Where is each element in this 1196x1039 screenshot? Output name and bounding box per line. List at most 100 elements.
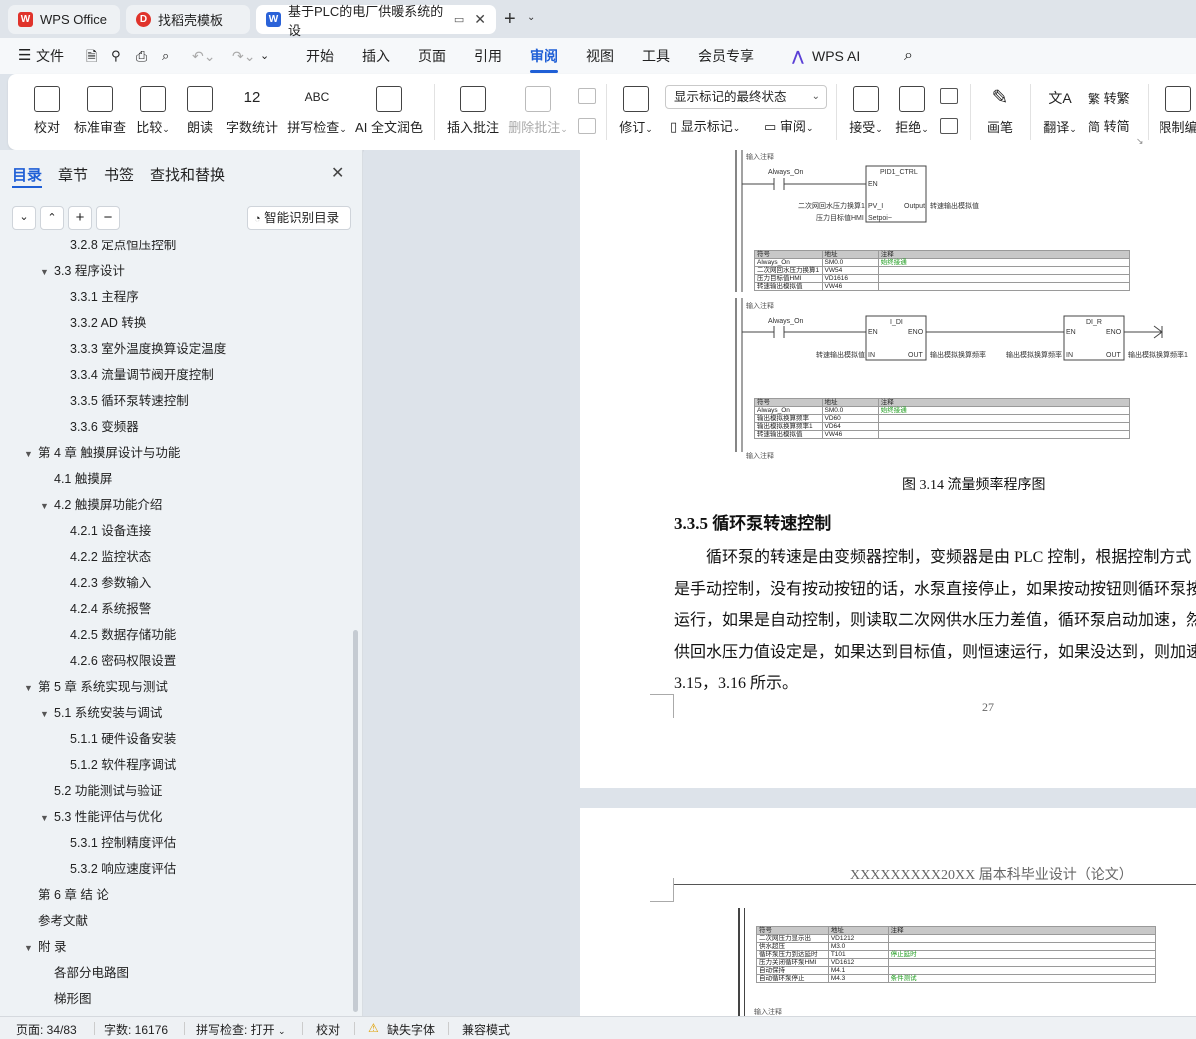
spell-check-button[interactable]: ABC 拼写检查⌄ (287, 74, 347, 150)
proofread-indicator[interactable]: 校对 (316, 1021, 340, 1038)
toc-item[interactable]: 3.3.5 循环泵转速控制 (70, 390, 189, 409)
missing-font-indicator[interactable]: 缺失字体 (387, 1021, 435, 1038)
to-traditional-button[interactable]: 繁 转繁 (1088, 88, 1130, 107)
pen-button[interactable]: ✎ 画笔 (984, 74, 1016, 150)
menu-review[interactable]: 审阅 (530, 38, 558, 74)
expand-triangle-icon[interactable]: ▼ (40, 709, 54, 719)
expand-triangle-icon[interactable]: ▼ (40, 813, 54, 823)
compat-mode-indicator[interactable]: 兼容模式 (462, 1021, 510, 1038)
revise-button[interactable]: 修订⌄ (616, 74, 656, 150)
close-panel-icon[interactable]: ✕ (331, 163, 344, 183)
menu-file[interactable]: 文件 (36, 38, 64, 74)
toc-item[interactable]: 3.3.4 流量调节阀开度控制 (70, 364, 214, 383)
menu-start[interactable]: 开始 (306, 38, 334, 74)
wps-ai-icon[interactable]: ⋀ (792, 38, 804, 74)
toc-item[interactable]: 5.2 功能测试与验证 (54, 780, 162, 799)
toc-item[interactable]: ▼ 3.3 程序设计 (40, 260, 125, 279)
prev-comment-icon[interactable] (578, 88, 596, 104)
toc-item[interactable]: 参考文献 (38, 910, 88, 929)
toc-item[interactable]: 4.2.2 监控状态 (70, 546, 151, 565)
next-comment-icon[interactable] (578, 118, 596, 134)
toc-item[interactable]: ▼ 4.2 触摸屏功能介绍 (40, 494, 162, 513)
reject-button[interactable]: 拒绝⌄ (892, 74, 932, 150)
smart-toc-button[interactable]: ◔ 智能识别目录 (247, 206, 351, 230)
panel-tab-bookmark[interactable]: 书签 (104, 164, 134, 185)
menu-view[interactable]: 视图 (586, 38, 614, 74)
close-tab-icon[interactable]: ✕ (474, 11, 486, 28)
toc-item[interactable]: 梯形图 (54, 988, 92, 1007)
toc-item[interactable]: 5.3.2 响应速度评估 (70, 858, 176, 877)
word-count-button[interactable]: 12 字数统计 (226, 74, 278, 150)
expand-up-icon[interactable]: ⌃ (40, 206, 64, 230)
toc-item[interactable]: 3.3.2 AD 转换 (70, 312, 146, 331)
menu-page[interactable]: 页面 (418, 38, 446, 74)
markup-select[interactable]: 显示标记的最终状态 ⌄ (665, 85, 827, 109)
collapse-all-icon[interactable]: ⌄ (12, 206, 36, 230)
toc-item[interactable]: ▼ 附 录 (24, 936, 66, 955)
menu-tools[interactable]: 工具 (642, 38, 670, 74)
add-heading-icon[interactable]: + (68, 206, 92, 230)
insert-comment-button[interactable]: 插入批注 (446, 74, 500, 150)
standard-review-button[interactable]: 标准审查 (74, 74, 126, 150)
toc-item[interactable]: 4.2.1 设备连接 (70, 520, 151, 539)
panel-tab-chapter[interactable]: 章节 (58, 164, 88, 185)
to-simplified-button[interactable]: 简 转简 (1088, 116, 1130, 135)
new-tab-icon[interactable]: + (504, 8, 516, 31)
toc-item[interactable]: 5.3.1 控制精度评估 (70, 832, 176, 851)
toc-item[interactable]: 3.3.1 主程序 (70, 286, 139, 305)
expand-triangle-icon[interactable]: ▼ (24, 943, 38, 953)
restrict-edit-button[interactable]: 限制编 (1160, 74, 1196, 150)
toc-item[interactable]: ▼ 5.3 性能评估与优化 (40, 806, 162, 825)
print-preview-icon[interactable]: ⌕ (162, 38, 169, 74)
tab-document[interactable]: W 基于PLC的电厂供暖系统的设 ▭ ✕ (256, 4, 496, 38)
toc-item[interactable]: 4.1 触摸屏 (54, 468, 112, 487)
next-change-icon[interactable] (940, 118, 958, 134)
toc-item[interactable]: 4.2.3 参数输入 (70, 572, 151, 591)
toc-item[interactable]: 各部分电路图 (54, 962, 129, 981)
panel-tab-find-replace[interactable]: 查找和替换 (150, 164, 225, 185)
menu-wps-ai[interactable]: WPS AI (812, 38, 860, 74)
toc-item[interactable]: 4.2.6 密码权限设置 (70, 650, 176, 669)
toc-item[interactable]: 3.3.3 室外温度换算设定温度 (70, 338, 226, 357)
expand-triangle-icon[interactable]: ▼ (24, 449, 38, 459)
toc-item[interactable]: 3.2.8 定点恒压控制 (70, 240, 176, 253)
accept-button[interactable]: 接受⌄ (846, 74, 886, 150)
more-chevron-icon[interactable]: ⌄ (260, 38, 269, 74)
compare-button[interactable]: 比较⌄ (134, 74, 172, 150)
redo-icon[interactable]: ↷⌄ (232, 38, 255, 74)
toc-item[interactable]: 3.3.6 变频器 (70, 416, 139, 435)
delete-comment-button[interactable]: 删除批注⌄ (508, 74, 568, 150)
proofread-button[interactable]: 校对 (30, 74, 64, 150)
show-markup-button[interactable]: ▯ 显示标记⌄ (670, 116, 740, 135)
search-icon[interactable]: ⌕ (904, 38, 913, 74)
toc-item[interactable]: ▼ 第 5 章 系统实现与测试 (24, 676, 168, 695)
menu-insert[interactable]: 插入 (362, 38, 390, 74)
share-icon[interactable]: ⚲ (111, 38, 121, 74)
page-indicator[interactable]: 页面: 34/83 (16, 1021, 77, 1038)
toc-item[interactable]: ▼ 第 4 章 触摸屏设计与功能 (24, 442, 180, 461)
hamburger-icon[interactable]: ☰ (18, 38, 31, 74)
expand-triangle-icon[interactable]: ▼ (40, 501, 54, 511)
tab-template[interactable]: D 找稻壳模板 (126, 5, 250, 34)
toc-item[interactable]: 4.2.5 数据存储功能 (70, 624, 176, 643)
menu-member[interactable]: 会员专享 (698, 38, 754, 74)
word-count-indicator[interactable]: 字数: 16176 (104, 1021, 168, 1038)
prev-change-icon[interactable] (940, 88, 958, 104)
expand-triangle-icon[interactable]: ▼ (40, 267, 54, 277)
translate-button[interactable]: 文A 翻译⌄ (1040, 74, 1080, 150)
review-pane-button[interactable]: ▭ 审阅⌄ (764, 116, 813, 135)
toc-item[interactable]: 4.2.4 系统报警 (70, 598, 151, 617)
expand-triangle-icon[interactable]: ▼ (24, 683, 38, 693)
print-icon[interactable]: ⎙ (136, 38, 147, 74)
read-aloud-button[interactable]: 朗读 (184, 74, 216, 150)
chevron-down-icon[interactable]: ⌄ (527, 12, 535, 23)
remove-heading-icon[interactable]: − (96, 206, 120, 230)
expand-corner-icon[interactable]: ↘ (1136, 136, 1144, 147)
undo-icon[interactable]: ↶⌄ (192, 38, 215, 74)
spell-check-indicator[interactable]: 拼写检查: 打开 ⌄ (196, 1021, 286, 1038)
toc-item[interactable]: 5.1.2 软件程序调试 (70, 754, 176, 773)
toc-item[interactable]: 5.1.1 硬件设备安装 (70, 728, 176, 747)
panel-tab-toc[interactable]: 目录 (12, 164, 42, 185)
toc-item[interactable]: 第 6 章 结 论 (38, 884, 109, 903)
toc-item[interactable]: ▼ 5.1 系统安装与调试 (40, 702, 162, 721)
